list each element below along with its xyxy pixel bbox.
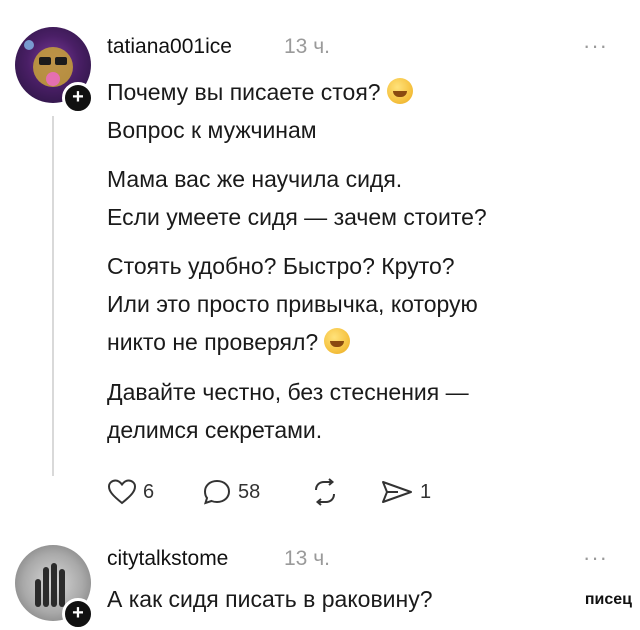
like-button[interactable]: 6 (107, 478, 154, 506)
repost-icon (310, 478, 340, 506)
thinking-emoji-icon (386, 78, 413, 104)
paragraph-3: Стоять удобно? Быстро? Круто? Или это пр… (107, 247, 478, 361)
timestamp: 13 ч. (284, 35, 330, 58)
comment-text: А как сидя писать в раковину? (107, 586, 433, 612)
share-button[interactable]: 1 (380, 478, 431, 506)
plus-icon: + (72, 86, 84, 108)
paragraph-4: Давайте честно, без стеснения — делимся … (107, 373, 469, 449)
comment-icon (202, 478, 232, 506)
text-line: никто не проверял? (107, 329, 319, 355)
username[interactable]: tatiana001ice (107, 35, 232, 59)
text-line: Почему вы писаете стоя? (107, 79, 381, 105)
share-icon (380, 478, 414, 506)
comment-button[interactable]: 58 (202, 478, 260, 506)
text-line: Или это просто привычка, которую (107, 291, 478, 317)
plus-icon: + (72, 602, 84, 624)
repost-button[interactable] (310, 478, 340, 506)
grinning-emoji-icon (324, 328, 351, 354)
follow-button[interactable]: + (62, 598, 94, 630)
text-line: Вопрос к мужчинам (107, 117, 317, 143)
follow-button[interactable]: + (62, 82, 94, 114)
text-line: делимся секретами. (107, 417, 323, 443)
text-line: Давайте честно, без стеснения — (107, 379, 469, 405)
thread-line (52, 116, 54, 476)
more-icon[interactable]: ··· (583, 545, 608, 571)
paragraph-1: Почему вы писаете стоя? Вопрос к мужчина… (107, 73, 413, 149)
username[interactable]: citytalkstome (107, 547, 228, 571)
heart-icon (107, 478, 137, 506)
like-count: 6 (143, 480, 155, 503)
text-line: Если умеете сидя — зачем стоите? (107, 204, 487, 230)
text-line: Мама вас же научила сидя. (107, 166, 403, 192)
watermark: писец (584, 591, 632, 608)
text-line: Стоять удобно? Быстро? Круто? (107, 253, 455, 279)
share-count: 1 (420, 480, 432, 503)
more-icon[interactable]: ··· (583, 33, 608, 59)
comment-count: 58 (238, 480, 261, 503)
paragraph-2: Мама вас же научила сидя. Если умеете си… (107, 160, 487, 236)
timestamp: 13 ч. (284, 547, 330, 570)
